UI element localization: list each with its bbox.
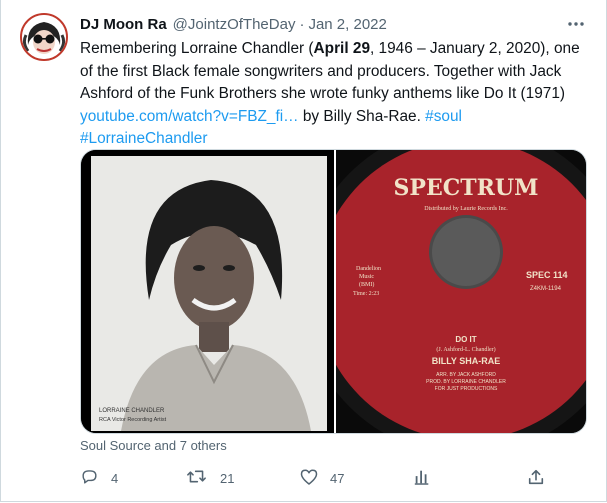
media-grid: LORRAINE CHANDLER RCA Victor Recording A… [80,149,587,434]
song-credit-2: PROD. BY LORRAINE CHANDLER [426,379,506,385]
label-brand: SPECTRUM [394,175,539,201]
retweet-button[interactable]: 21 [186,462,234,494]
youtube-link[interactable]: youtube.com/watch?v=FBZ_fi… [80,108,299,125]
reply-icon [80,467,99,489]
retweet-icon [186,467,207,489]
song-artist: BILLY SHA-RAE [432,356,501,366]
text-segment: Remembering Lorraine Chandler ( [80,40,314,57]
separator-dot: · [299,15,305,33]
share-button[interactable] [527,462,545,494]
label-publisher-4: Time: 2:23 [353,291,379,297]
share-icon [527,468,545,489]
song-writers: (J. Ashford-L. Chandler) [436,346,495,353]
like-button[interactable]: 47 [299,462,344,494]
text-bold-date: April 29 [313,40,370,57]
label-publisher-3: (BMI) [359,281,374,288]
views-icon [413,468,431,489]
label-distributed: Distributed by Laurie Records Inc. [424,206,508,212]
song-credit-3: FOR JUST PRODUCTIONS [435,386,498,392]
label-publisher-1: Dandelion [356,266,381,272]
liked-by-context[interactable]: Soul Source and 7 others [80,438,227,453]
author-handle[interactable]: @JointzOfTheDay [173,16,296,33]
text-segment: by Billy Sha-Rae. [298,107,426,125]
label-matrix: Z4KM-1194 [530,286,562,292]
label-publisher-2: Music [359,274,374,280]
song-title: DO IT [455,335,476,344]
photo-lorraine-chandler[interactable]: LORRAINE CHANDLER RCA Victor Recording A… [81,150,334,433]
record-label-image[interactable]: SPECTRUM Distributed by Laurie Records I… [301,150,586,433]
tweet-date[interactable]: Jan 2, 2022 [308,16,386,33]
more-icon[interactable] [564,12,588,36]
hashtag-lorrainechandler[interactable]: #LorraineChandler [80,130,207,147]
like-count: 47 [330,470,345,486]
label-catalog: SPEC 114 [526,270,568,280]
tweet-text: Remembering Lorraine Chandler (April 29,… [80,38,590,151]
reply-button[interactable]: 4 [80,462,118,494]
avatar[interactable] [20,13,68,61]
reply-count: 4 [111,470,119,486]
views-button[interactable] [413,462,431,494]
song-credit-1: ARR. BY JACK ASHFORD [436,372,496,378]
hashtag-soul[interactable]: #soul [425,108,462,125]
photo-caption-1: LORRAINE CHANDLER [99,408,165,414]
like-icon [299,467,319,489]
author-name[interactable]: DJ Moon Ra [80,16,167,33]
photo-caption-2: RCA Victor Recording Artist [99,417,167,423]
tweet-header: DJ Moon Ra @JointzOfTheDay · Jan 2, 2022 [80,14,387,34]
retweet-count: 21 [220,470,235,486]
action-bar: 4 21 47 [80,462,600,494]
